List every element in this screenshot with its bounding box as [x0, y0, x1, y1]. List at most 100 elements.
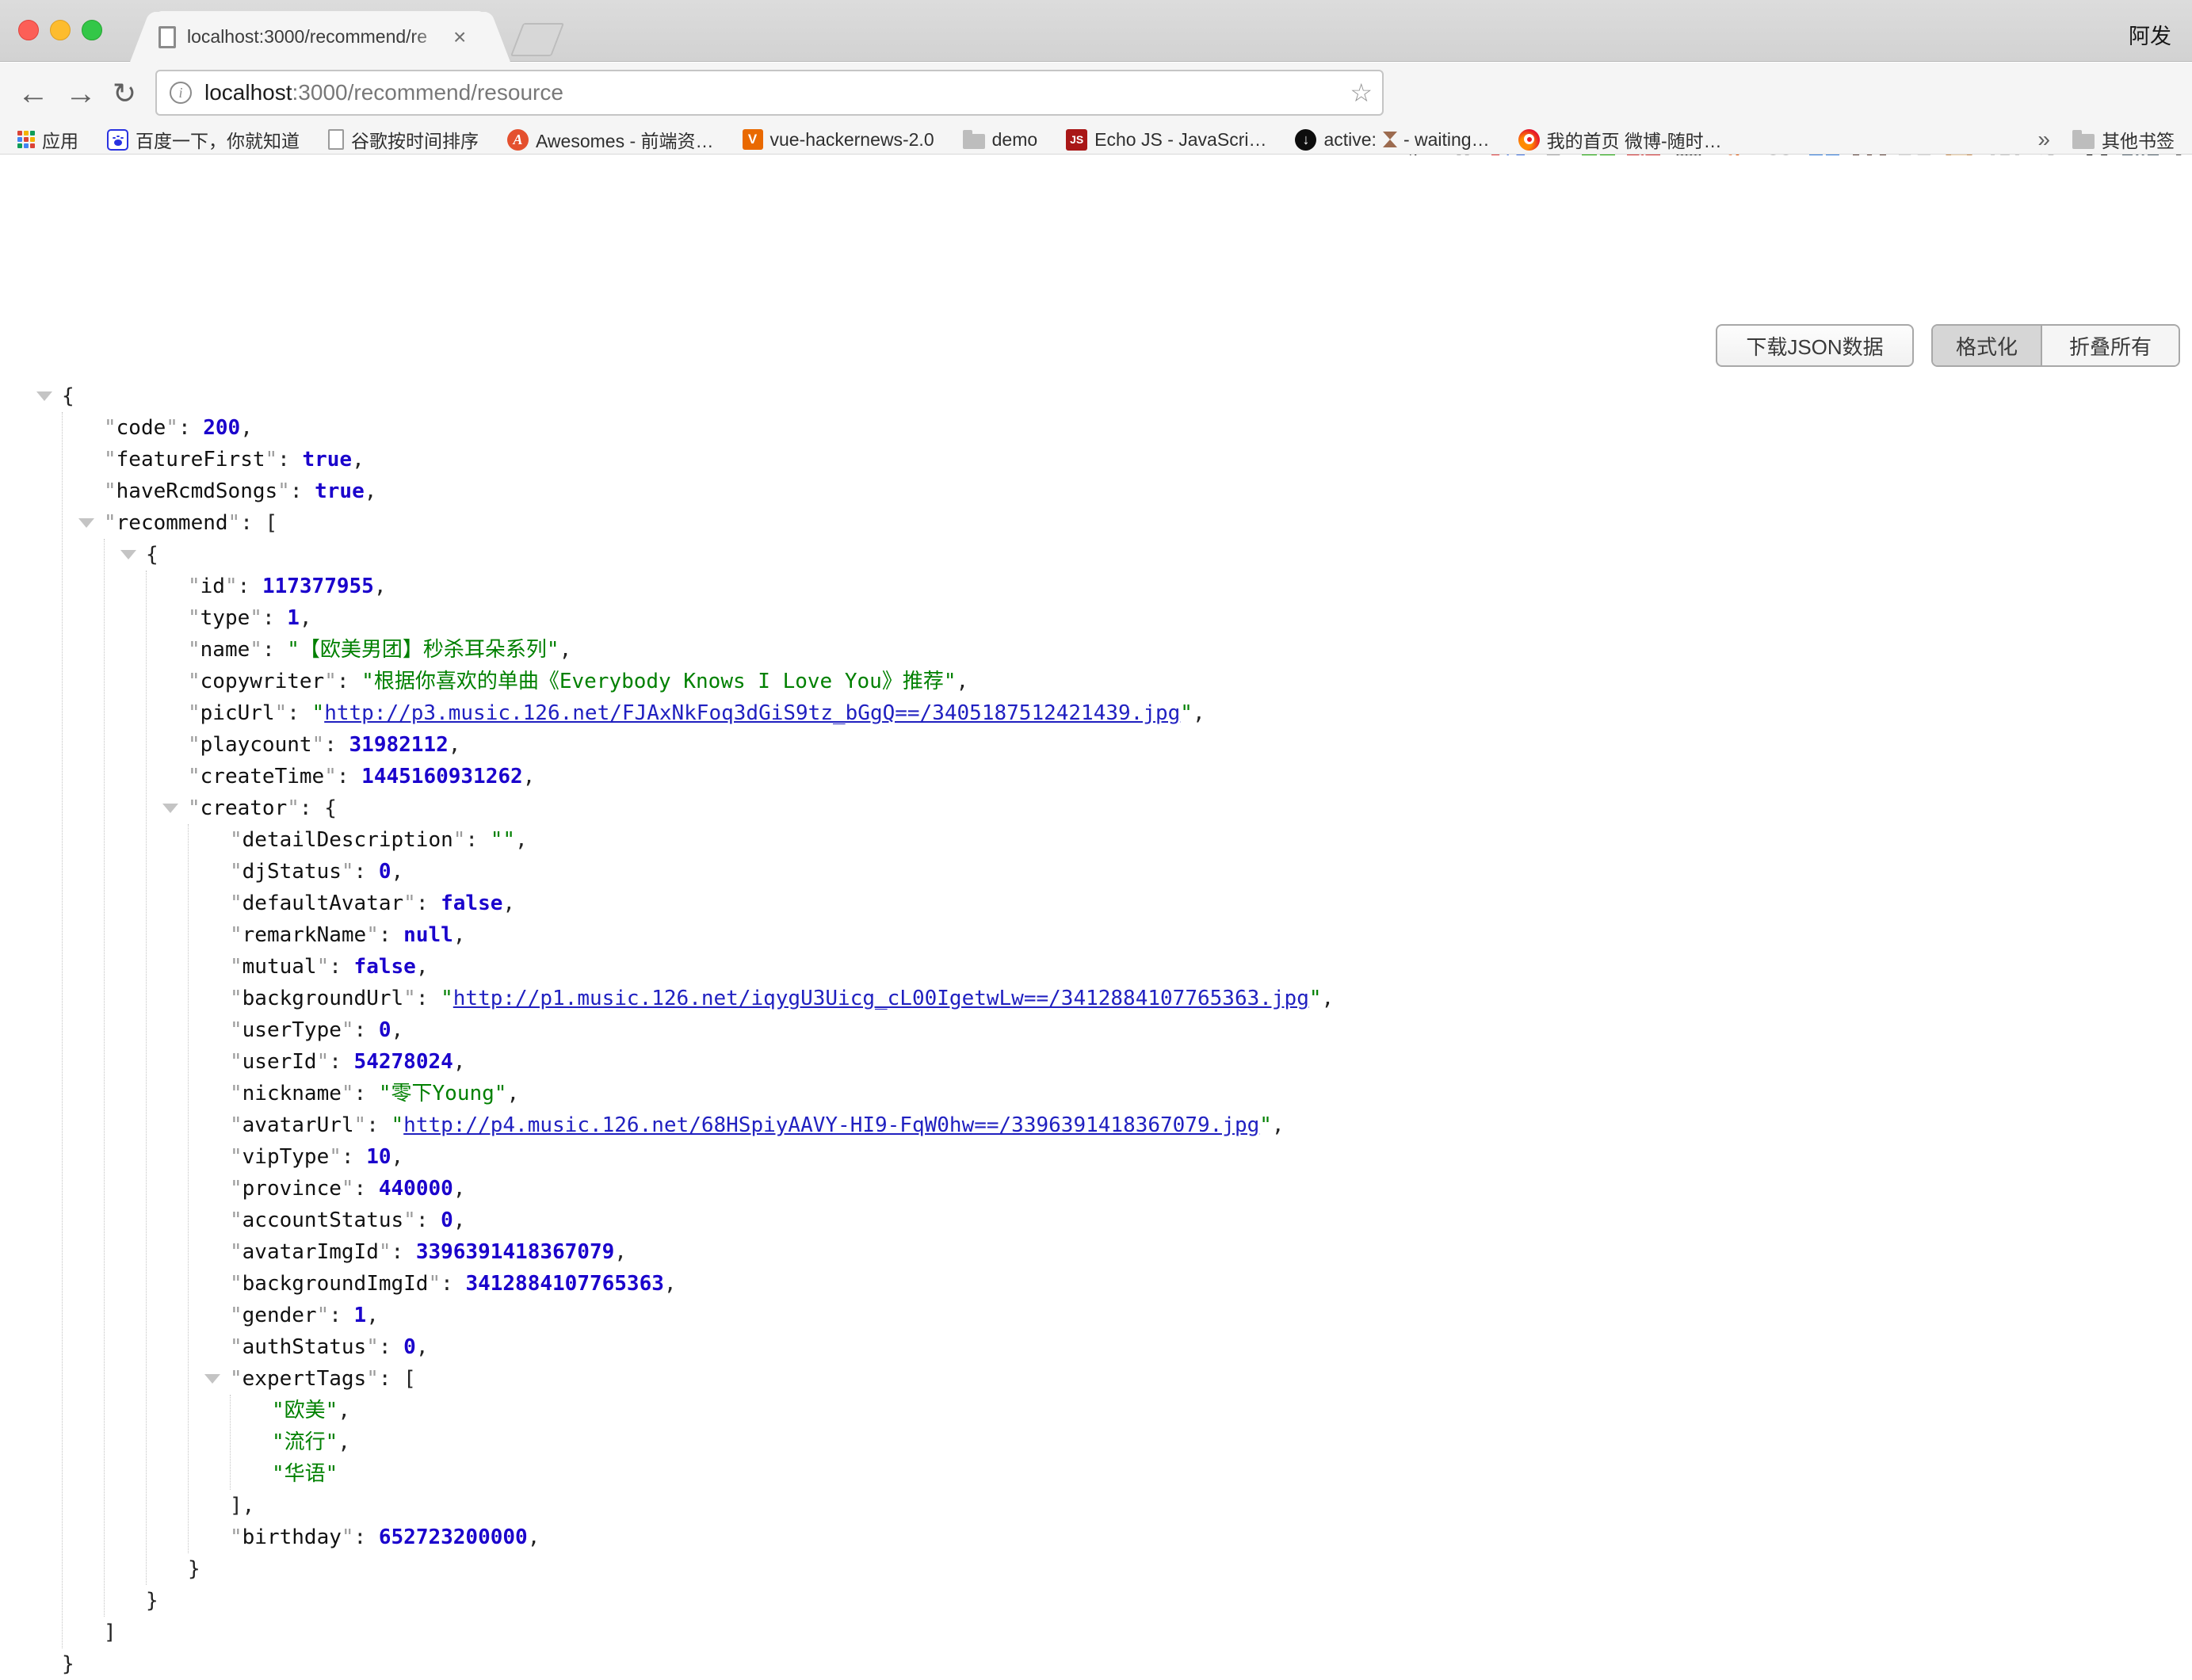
- json-quote: ": [324, 670, 337, 693]
- bookmark-google-sort[interactable]: 谷歌按时间排序: [328, 126, 479, 153]
- page-icon: [328, 129, 344, 150]
- site-info-icon[interactable]: i: [170, 82, 192, 104]
- json-quote: ": [326, 1399, 338, 1422]
- bookmark-apps[interactable]: 应用: [17, 126, 78, 153]
- download-json-button[interactable]: 下载JSON数据: [1716, 324, 1914, 367]
- collapse-toggle-icon[interactable]: [204, 1374, 220, 1384]
- url-path: :3000/recommend/resource: [292, 80, 563, 105]
- close-window-button[interactable]: [18, 20, 39, 40]
- json-value: 652723200000: [379, 1525, 528, 1549]
- json-colon: :: [441, 1272, 465, 1296]
- url-host: localhost: [204, 80, 292, 105]
- json-node: "featureFirst": true,: [104, 444, 1334, 475]
- json-node: "authStatus": 0,: [230, 1331, 1334, 1363]
- json-comma: ,: [664, 1272, 677, 1296]
- zoom-window-button[interactable]: [82, 20, 102, 40]
- bookmark-active-waiting[interactable]: ↓ active: - waiting…: [1295, 129, 1489, 151]
- json-node: "nickname": "零下Young",: [230, 1078, 1334, 1109]
- bookmark-awesomes[interactable]: A Awesomes - 前端资…: [507, 126, 714, 153]
- minimize-window-button[interactable]: [50, 20, 71, 40]
- collapse-toggle-icon[interactable]: [162, 804, 178, 813]
- json-colon: :: [354, 1177, 379, 1201]
- json-quote: ": [272, 1462, 285, 1486]
- json-comma: ,: [956, 670, 968, 693]
- json-quote: ": [275, 701, 288, 725]
- bookmarks-overflow-chevron[interactable]: »: [2037, 127, 2050, 152]
- json-colon: :: [329, 955, 353, 979]
- bookmark-echojs[interactable]: JS Echo JS - JavaScri…: [1066, 129, 1266, 151]
- json-key: defaultAvatar: [242, 892, 404, 915]
- json-comma: ,: [523, 765, 536, 788]
- json-line: "accountStatus": 0,: [230, 1205, 1334, 1236]
- json-line: "code": 200,: [104, 412, 1334, 444]
- json-colon: :: [329, 1050, 353, 1074]
- json-comma: ,: [1322, 987, 1335, 1010]
- json-quote: ": [547, 638, 559, 662]
- json-link[interactable]: http://p3.music.126.net/FJAxNkFoq3dGiS9t…: [324, 701, 1180, 725]
- json-node: "type": 1,: [188, 602, 1334, 634]
- collapse-toggle-icon[interactable]: [120, 550, 136, 559]
- json-children: "detailDescription": "","djStatus": 0,"d…: [188, 824, 1334, 1553]
- json-quote: ": [1309, 987, 1322, 1010]
- json-link[interactable]: http://p1.music.126.net/iqygU3Uicg_cL00I…: [453, 987, 1309, 1010]
- json-colon: :: [416, 1208, 441, 1232]
- json-value: 0: [441, 1208, 453, 1232]
- baidu-paw-icon: [107, 129, 128, 151]
- json-value: 3396391418367079: [416, 1240, 614, 1264]
- json-children: "code": 200,"featureFirst": true,"haveRc…: [62, 412, 1334, 1648]
- json-quote: ": [230, 828, 242, 852]
- new-tab-button[interactable]: [510, 23, 564, 56]
- json-link[interactable]: http://p4.music.126.net/68HSpiyAAVY-HI9-…: [403, 1113, 1259, 1137]
- json-comma: ,: [1272, 1113, 1285, 1137]
- bookmark-demo-folder[interactable]: demo: [963, 129, 1038, 151]
- json-node: "avatarUrl": "http://p4.music.126.net/68…: [230, 1109, 1334, 1141]
- json-node: "picUrl": "http://p3.music.126.net/FJAxN…: [188, 697, 1334, 729]
- json-line: "nickname": "零下Young",: [230, 1078, 1334, 1109]
- json-key: expertTags: [242, 1367, 367, 1391]
- json-comma: ,: [453, 923, 466, 947]
- json-bracket: }: [188, 1557, 200, 1581]
- vue-icon: V: [743, 129, 763, 150]
- bookmark-vue-hackernews[interactable]: V vue-hackernews-2.0: [743, 129, 934, 151]
- json-comma: ,: [1193, 701, 1205, 725]
- bookmark-others-folder[interactable]: 其他书签: [2072, 126, 2175, 153]
- json-quote: ": [104, 416, 116, 440]
- chrome-profile-name[interactable]: 阿发: [2129, 19, 2171, 50]
- download-circle-icon: ↓: [1295, 129, 1316, 151]
- json-key: nickname: [242, 1082, 342, 1105]
- collapse-all-button[interactable]: 折叠所有: [2042, 326, 2179, 365]
- forward-icon[interactable]: →: [65, 72, 97, 115]
- bookmark-baidu[interactable]: 百度一下，你就知道: [107, 126, 300, 153]
- collapse-toggle-icon[interactable]: [78, 518, 94, 528]
- json-comma: ,: [374, 575, 387, 598]
- json-line: {: [146, 539, 1334, 571]
- window-title-bar: localhost:3000/recommend/re × 阿发: [0, 0, 2192, 62]
- json-comma: ,: [502, 892, 515, 915]
- tab-close-icon[interactable]: ×: [453, 26, 466, 48]
- collapse-toggle-icon[interactable]: [36, 391, 52, 401]
- reload-icon[interactable]: ↻: [113, 72, 136, 115]
- browser-tab[interactable]: localhost:3000/recommend/re ×: [157, 11, 483, 63]
- json-line: }: [146, 1585, 1334, 1617]
- json-comma: ,: [366, 1304, 379, 1327]
- address-bar[interactable]: i localhost:3000/recommend/resource ☆: [155, 70, 1384, 116]
- json-key: userId: [242, 1050, 317, 1074]
- json-comma: ,: [300, 606, 312, 630]
- json-node: "creator": {"detailDescription": "","djS…: [188, 792, 1334, 1585]
- json-key: creator: [200, 796, 288, 820]
- json-quote: ": [230, 955, 242, 979]
- json-colon: :: [329, 1304, 353, 1327]
- bookmark-star-icon[interactable]: ☆: [1350, 78, 1373, 108]
- format-button[interactable]: 格式化: [1933, 326, 2042, 365]
- bookmark-weibo[interactable]: 我的首页 微博-随时…: [1518, 126, 1722, 153]
- json-quote: ": [230, 1304, 242, 1327]
- json-comma: ,: [391, 1018, 404, 1042]
- json-colon: :: [277, 448, 302, 472]
- json-value: true: [302, 448, 352, 472]
- json-quote: ": [104, 448, 116, 472]
- bookmarks-bar: 应用 百度一下，你就知道 谷歌按时间排序 A Awesomes - 前端资… V…: [0, 125, 2192, 155]
- page-content: 下载JSON数据 格式化 折叠所有 { "code": 200,"featureF…: [0, 155, 2192, 1390]
- json-bracket: {: [324, 796, 337, 820]
- back-icon[interactable]: ←: [17, 72, 49, 115]
- json-colon: :: [238, 575, 262, 598]
